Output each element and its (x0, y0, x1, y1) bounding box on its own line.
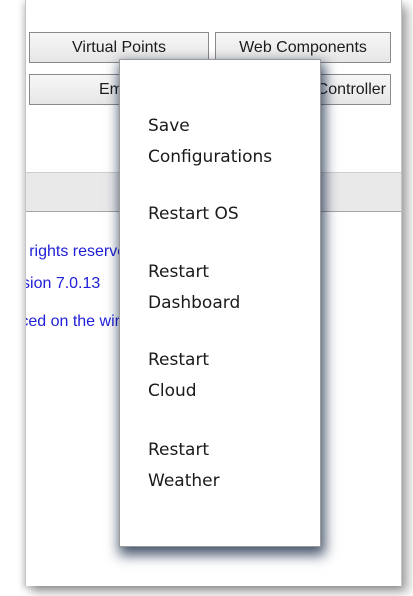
menu-item-restart-cloud[interactable]: Restart Cloud (148, 345, 313, 407)
menu-item-label: Configurations (148, 147, 273, 167)
menu-item-label: Save (148, 116, 190, 136)
menu-item-restart-weather[interactable]: Restart Weather (148, 435, 313, 497)
context-menu: Save Configurations Restart OS Restart D… (119, 59, 321, 547)
menu-item-label: Cloud (148, 381, 197, 401)
menu-item-label: Restart (148, 350, 210, 370)
menu-item-save-configurations[interactable]: Save Configurations (148, 111, 313, 173)
menu-item-restart-dashboard[interactable]: Restart Dashboard (148, 257, 313, 319)
menu-item-label: Weather (148, 471, 220, 491)
menu-item-label: Restart OS (148, 204, 239, 224)
menu-item-label: Restart (148, 262, 210, 282)
version-text: Version 7.0.13 (26, 275, 101, 292)
menu-item-restart-os[interactable]: Restart OS (148, 199, 313, 230)
menu-item-label: Restart (148, 440, 210, 460)
menu-item-label: Dashboard (148, 293, 241, 313)
